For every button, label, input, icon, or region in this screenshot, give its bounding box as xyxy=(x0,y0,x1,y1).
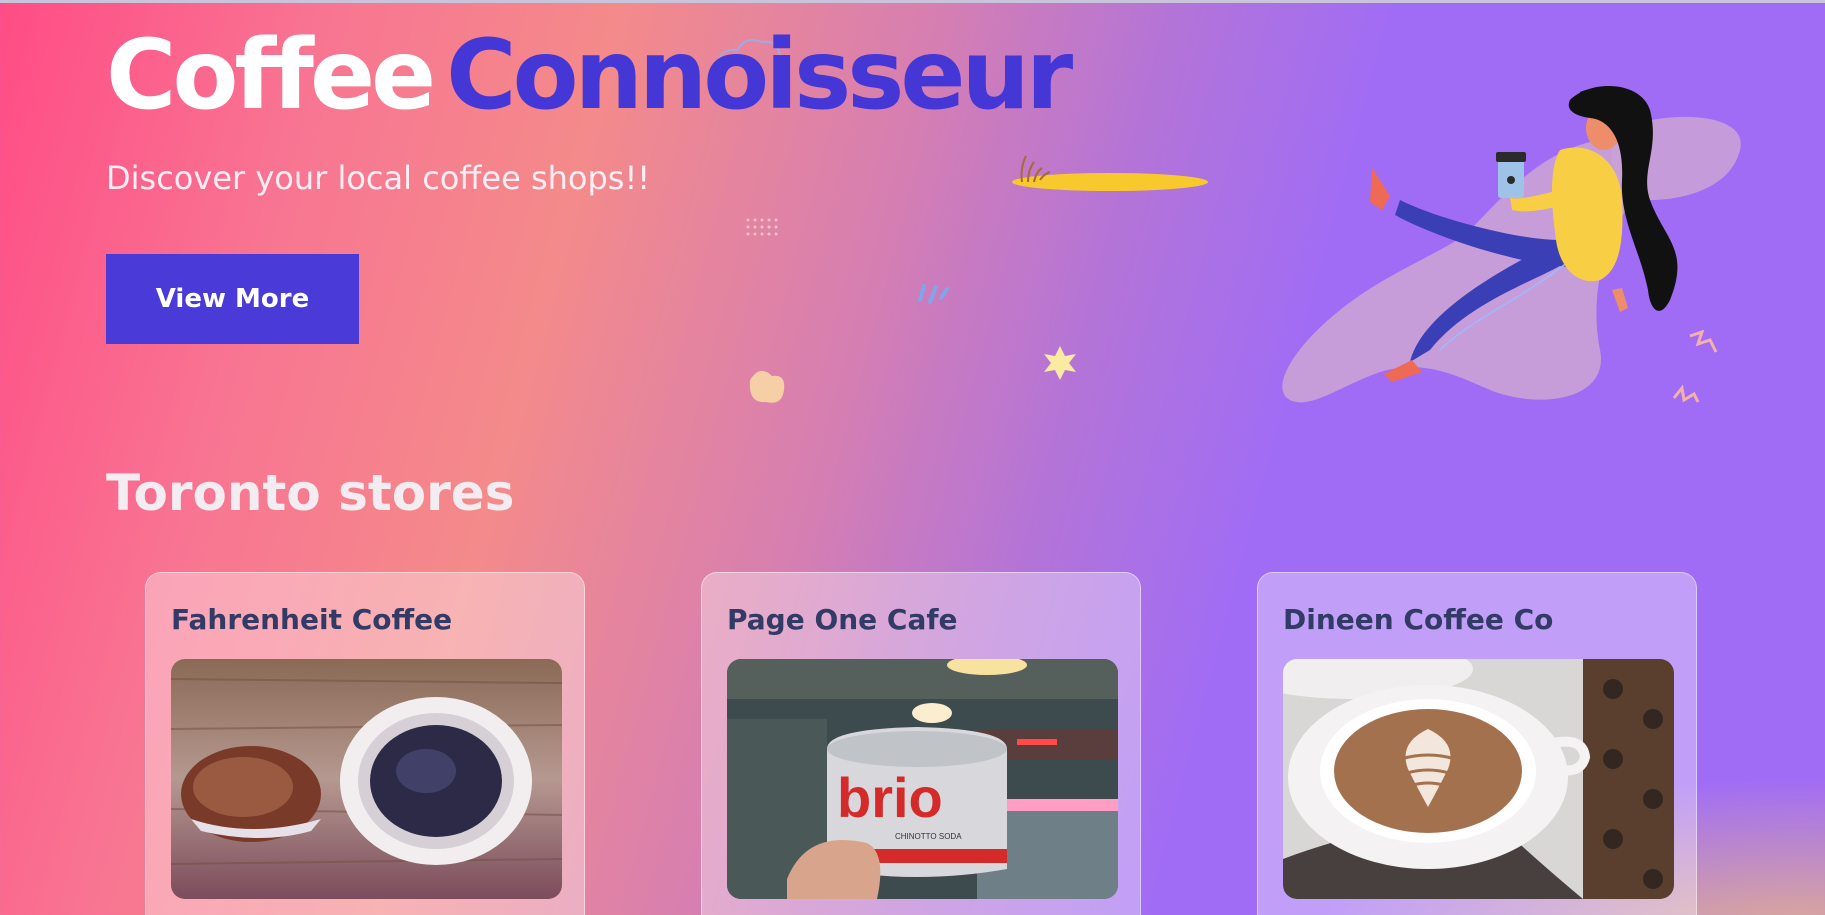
store-image-soda-can: brio CHINOTTO SODA xyxy=(727,659,1118,899)
hero-title: Coffee Connoisseur xyxy=(106,18,1073,133)
store-card[interactable]: Fahrenheit Coffee xyxy=(145,572,585,915)
store-card[interactable]: Page One Cafe brio CHINOTTO SODA xyxy=(701,572,1141,915)
can-brand-text: brio xyxy=(837,766,943,829)
star-doodle xyxy=(1044,346,1076,380)
store-image-muffin-and-espresso xyxy=(171,659,562,899)
leaf-doodle xyxy=(749,370,785,403)
dash-doodle xyxy=(918,284,949,304)
zigzag-doodle xyxy=(1689,329,1718,353)
sweater xyxy=(1552,147,1623,282)
can-subtext: CHINOTTO SODA xyxy=(895,832,962,841)
store-card[interactable]: Dineen Coffee Co xyxy=(1257,572,1697,915)
view-more-button[interactable]: View More xyxy=(106,254,359,344)
ground-ellipse xyxy=(1012,173,1208,191)
store-name: Page One Cafe xyxy=(727,603,958,636)
coffee-lid xyxy=(1496,152,1526,162)
zigzag-doodle-2 xyxy=(1672,384,1700,403)
hero-subtitle: Discover your local coffee shops!! xyxy=(106,159,651,197)
hero-title-word-1: Coffee xyxy=(106,19,436,131)
hero-title-word-2: Connoisseur xyxy=(446,19,1073,131)
cup-logo xyxy=(1507,176,1515,184)
dot-grid-doodle xyxy=(746,218,778,236)
hand xyxy=(1612,288,1628,312)
section-title: Toronto stores xyxy=(106,464,515,522)
store-name: Dineen Coffee Co xyxy=(1283,603,1554,636)
store-name: Fahrenheit Coffee xyxy=(171,603,453,636)
shoe-upper xyxy=(1370,168,1390,210)
store-image-latte-art xyxy=(1283,659,1674,899)
